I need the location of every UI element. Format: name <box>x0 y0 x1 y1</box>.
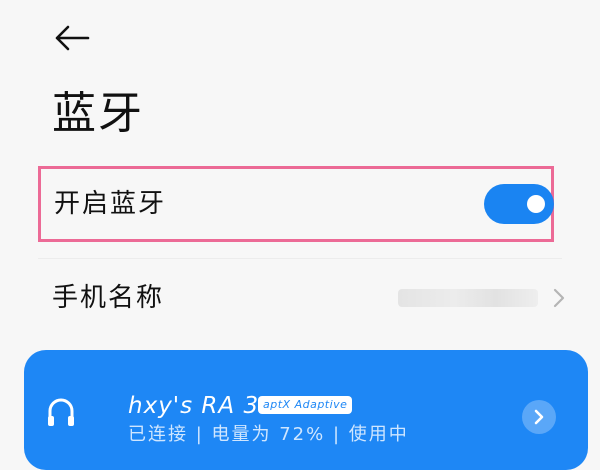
bluetooth-switch[interactable] <box>484 184 554 224</box>
codec-badge: aptX Adaptive <box>258 396 353 414</box>
connected-device-card[interactable]: hxy's RA 3 aptX Adaptive 已连接 | 电量为 72% |… <box>24 350 588 470</box>
device-status: 已连接 | 电量为 72% | 使用中 <box>128 424 409 445</box>
chevron-right-icon <box>534 409 544 425</box>
arrow-left-icon <box>55 25 90 51</box>
chevron-right-icon <box>552 287 566 309</box>
bluetooth-toggle-row[interactable]: 开启蓝牙 <box>38 166 554 242</box>
bluetooth-toggle-label: 开启蓝牙 <box>54 189 167 219</box>
redacted-device-name <box>398 289 538 307</box>
device-details-button[interactable] <box>522 400 556 434</box>
device-name-value-area <box>398 287 566 309</box>
switch-knob <box>527 195 545 213</box>
page-title: 蓝牙 <box>52 88 144 139</box>
device-name-label: 手机名称 <box>52 283 165 313</box>
device-name: hxy's RA 3 <box>128 393 260 419</box>
headphones-icon <box>48 398 74 426</box>
divider <box>38 258 562 259</box>
device-name-row[interactable]: 手机名称 <box>38 268 566 328</box>
back-button[interactable] <box>48 18 96 58</box>
